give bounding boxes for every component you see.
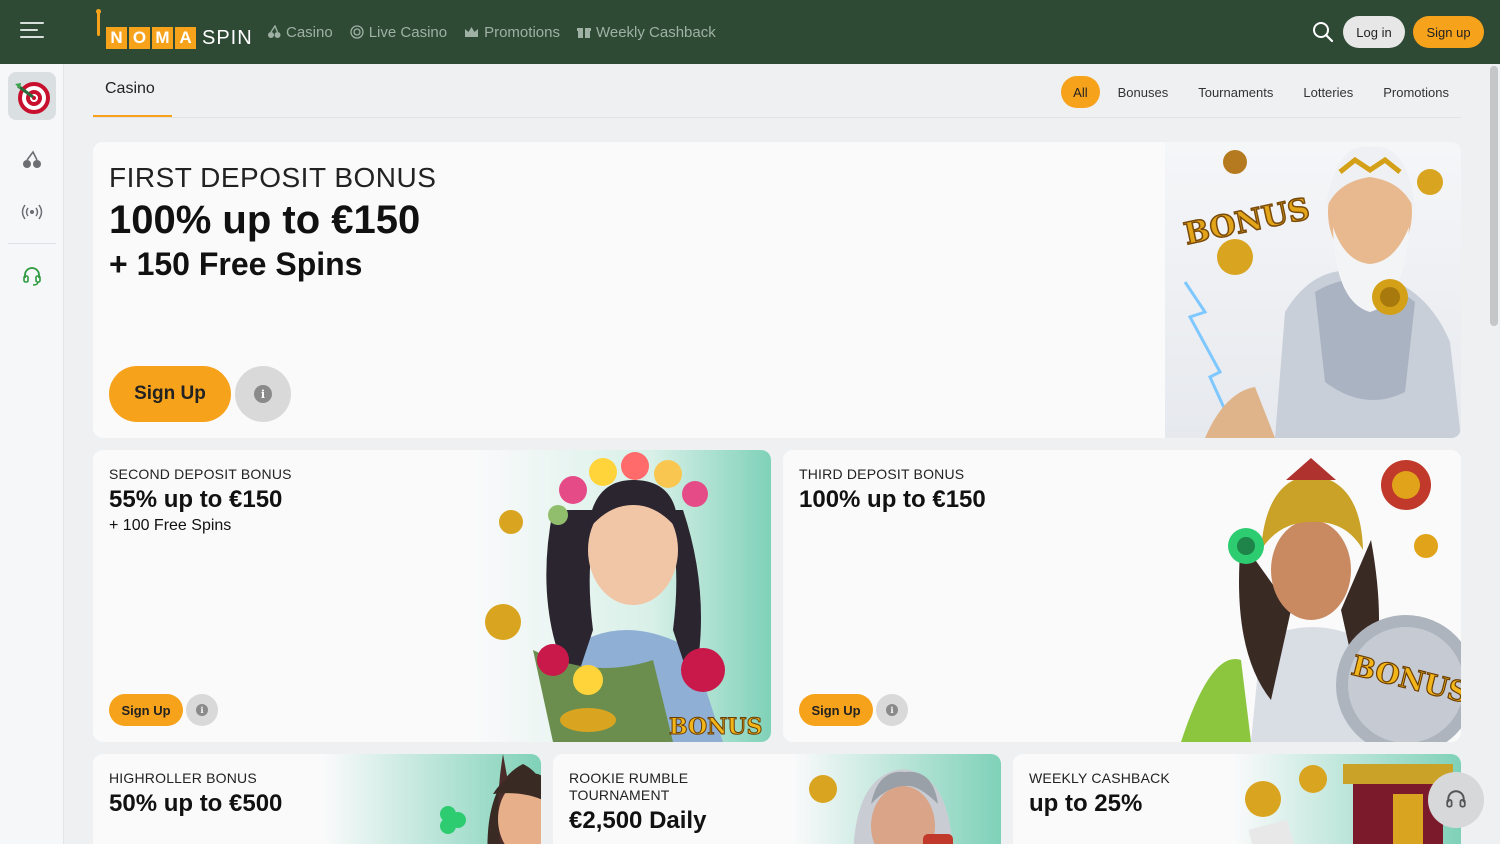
nav-label: Promotions <box>484 23 560 41</box>
info-button[interactable]: i <box>235 366 291 422</box>
promo-headline: up to 25% <box>1029 790 1143 817</box>
logo-letter: A <box>175 27 196 49</box>
promo-headline: €2,500 Daily <box>569 807 707 834</box>
art-bonus-text: BONUS <box>669 714 762 740</box>
top-bar: N O M A SPIN Casino Live Casino Promotio… <box>0 0 1500 64</box>
cashback-illustration <box>1233 754 1461 844</box>
promo-headline: 100% up to €150 <box>799 486 986 513</box>
logo-letter: O <box>129 27 150 49</box>
nav-label: Live Casino <box>368 23 448 41</box>
main-content: Casino All Bonuses Tournaments Lotteries… <box>64 64 1488 844</box>
nav-promotions[interactable]: Promotions <box>464 24 560 41</box>
logo[interactable]: N O M A SPIN <box>96 9 253 52</box>
filter-lotteries[interactable]: Lotteries <box>1291 76 1365 108</box>
promo-subtitle: WEEKLY CASHBACK <box>1029 770 1170 786</box>
promo-headline: 100% up to €150 <box>109 198 421 242</box>
promo-subtitle: SECOND DEPOSIT BONUS <box>109 466 292 482</box>
info-button[interactable]: i <box>876 694 908 726</box>
sidebar-item-darts[interactable] <box>8 72 56 120</box>
promo-headline: 55% up to €150 <box>109 486 283 513</box>
page-title: Casino <box>105 80 155 97</box>
cherries-icon <box>23 150 41 168</box>
support-headset-icon <box>23 267 41 286</box>
info-button[interactable]: i <box>186 694 218 726</box>
second-deposit-card[interactable]: SECOND DEPOSIT BONUS 55% up to €150 + 10… <box>93 450 771 742</box>
rookie-illustration <box>793 754 1001 844</box>
filter-bonuses[interactable]: Bonuses <box>1106 76 1181 108</box>
info-icon: i <box>886 704 898 716</box>
nav-casino[interactable]: Casino <box>267 24 333 41</box>
info-icon: i <box>254 385 272 403</box>
nav-label: Weekly Cashback <box>595 23 716 41</box>
nav-live-casino[interactable]: Live Casino <box>350 24 447 41</box>
logo-letter: M <box>152 27 173 49</box>
sidebar-item-support[interactable] <box>8 252 56 300</box>
logo-suffix: SPIN <box>202 26 253 49</box>
rookie-rumble-card[interactable]: ROOKIE RUMBLE TOURNAMENT €2,500 Daily <box>553 754 1001 844</box>
promo-extra: + 100 Free Spins <box>109 517 232 534</box>
first-deposit-card[interactable]: FIRST DEPOSIT BONUS 100% up to €150 + 15… <box>93 142 1461 438</box>
sidebar-item-casino[interactable] <box>8 136 56 184</box>
active-tab-underline <box>93 115 172 117</box>
promo-extra: + 150 Free Spins <box>109 246 363 282</box>
signup-cta-button[interactable]: Sign Up <box>109 694 183 726</box>
gift-icon <box>576 28 591 38</box>
info-icon: i <box>196 704 208 716</box>
logo-letter: N <box>106 27 127 49</box>
top-nav: Casino Live Casino Promotions Weekly Cas… <box>267 0 716 64</box>
casino-subnav: Casino All Bonuses Tournaments Lotteries… <box>93 64 1461 118</box>
highroller-card[interactable]: HIGHROLLER BONUS 50% up to €500 <box>93 754 541 844</box>
sidebar-item-live[interactable] <box>8 188 56 236</box>
page-scrollbar[interactable] <box>1490 66 1498 326</box>
promo-subtitle: THIRD DEPOSIT BONUS <box>799 466 965 482</box>
flora-illustration: BONUS <box>473 450 771 742</box>
cherries-icon <box>268 25 281 38</box>
menu-icon[interactable] <box>20 22 44 42</box>
zeus-illustration: BONUS <box>1165 142 1461 438</box>
highroller-illustration <box>323 754 541 844</box>
promo-subtitle: FIRST DEPOSIT BONUS <box>109 162 437 193</box>
signup-cta-button[interactable]: Sign Up <box>799 694 873 726</box>
live-icon <box>350 25 364 39</box>
promo-subtitle: HIGHROLLER BONUS <box>109 770 257 786</box>
signup-cta-button[interactable]: Sign Up <box>109 366 231 422</box>
sidebar-divider <box>8 243 56 244</box>
filter-promotions[interactable]: Promotions <box>1371 76 1461 108</box>
login-button[interactable]: Log in <box>1343 16 1405 48</box>
nav-label: Casino <box>286 23 333 41</box>
athena-illustration: BONUS <box>1181 450 1461 742</box>
promo-subtitle: TOURNAMENT <box>569 787 670 803</box>
filter-all[interactable]: All <box>1061 76 1100 108</box>
crown-icon <box>465 26 479 37</box>
sidebar <box>0 64 64 844</box>
nav-weekly-cashback[interactable]: Weekly Cashback <box>576 23 716 41</box>
search-icon[interactable] <box>1312 21 1334 43</box>
third-deposit-card[interactable]: THIRD DEPOSIT BONUS 100% up to €150 Sign… <box>783 450 1461 742</box>
darts-icon <box>15 82 50 114</box>
promo-headline: 50% up to €500 <box>109 790 283 817</box>
filter-tournaments[interactable]: Tournaments <box>1186 76 1285 108</box>
live-signal-icon <box>21 204 43 220</box>
weekly-cashback-card[interactable]: WEEKLY CASHBACK up to 25% <box>1013 754 1461 844</box>
headset-icon <box>1446 790 1466 808</box>
support-chat-button[interactable] <box>1428 772 1484 828</box>
promo-filters: All Bonuses Tournaments Lotteries Promot… <box>1061 76 1461 108</box>
signup-button[interactable]: Sign up <box>1413 16 1484 48</box>
promo-subtitle: ROOKIE RUMBLE <box>569 770 689 786</box>
